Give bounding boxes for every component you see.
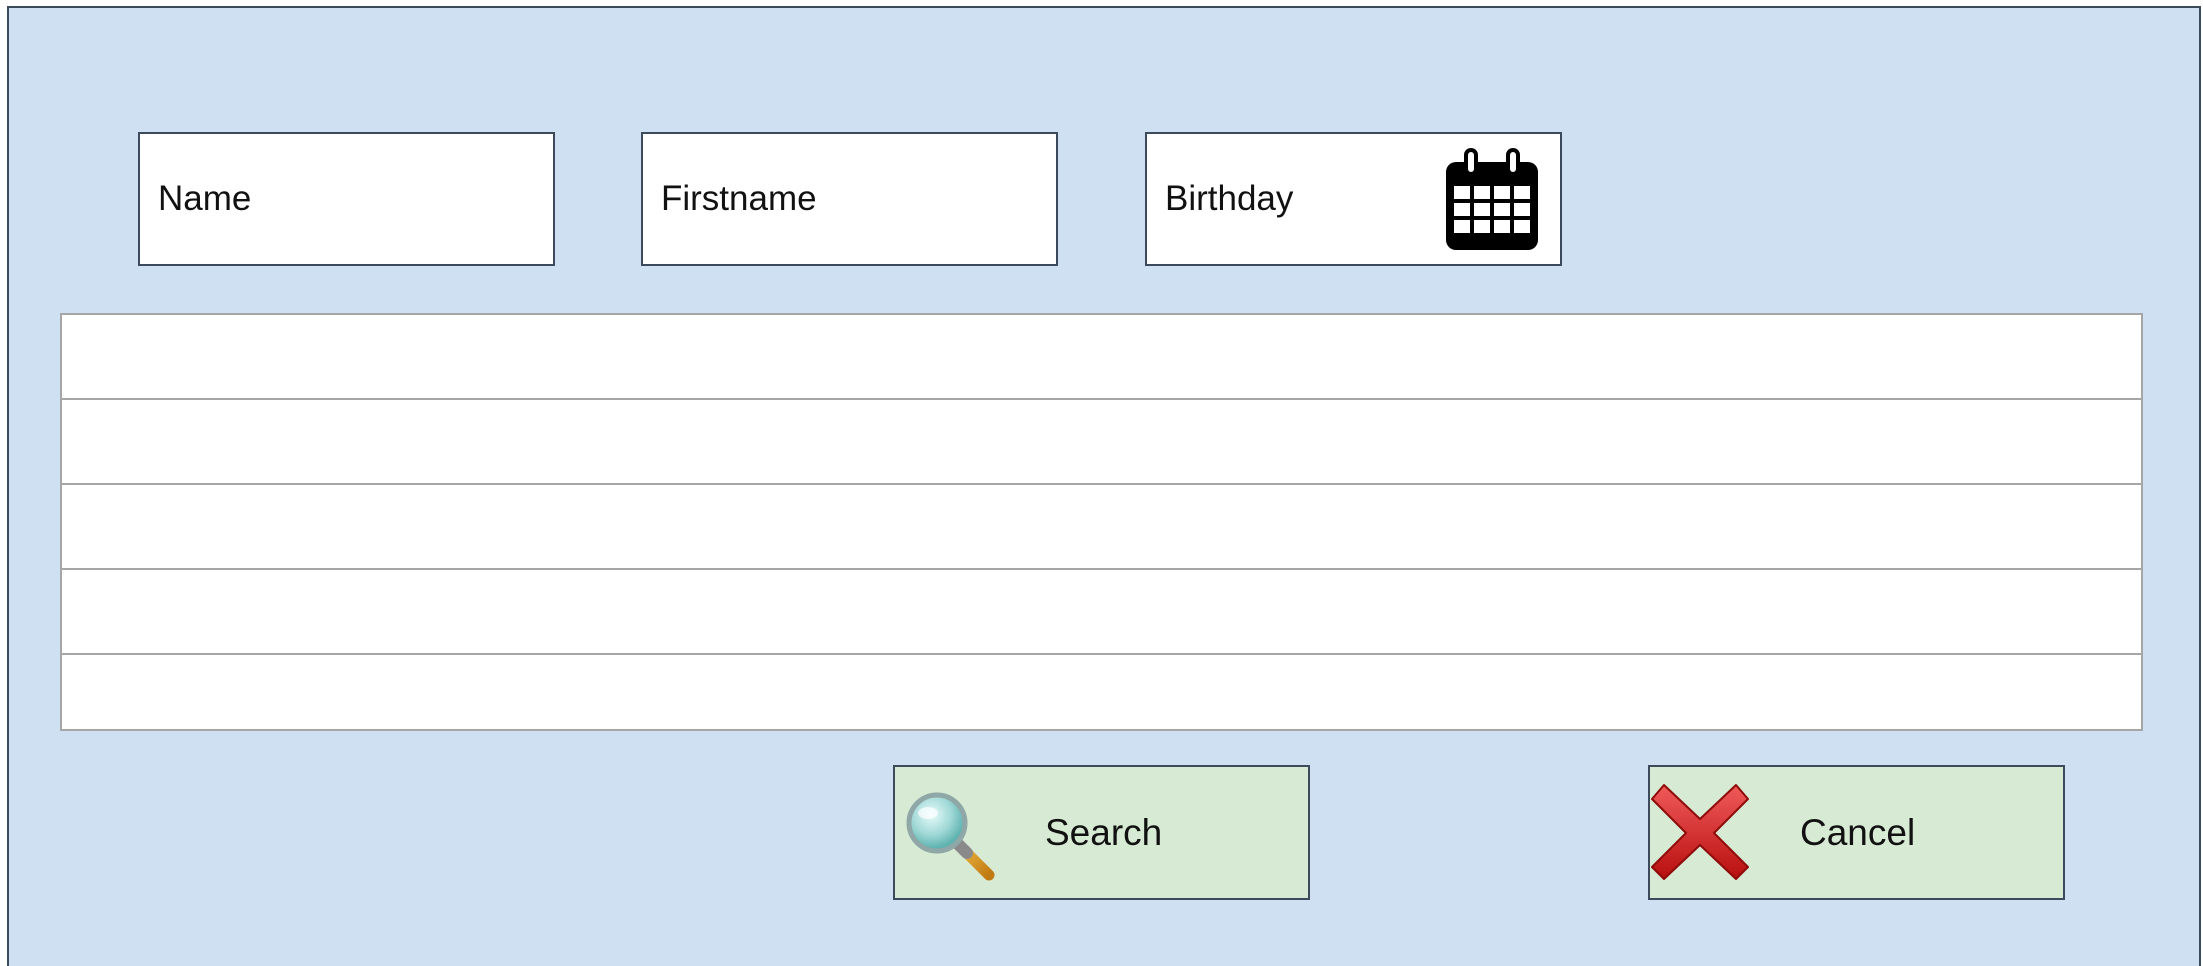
birthday-field[interactable]: Birthday	[1145, 132, 1562, 266]
table-row[interactable]	[62, 400, 2141, 485]
search-button-label: Search	[1045, 812, 1163, 853]
results-table	[60, 313, 2143, 731]
cancel-button[interactable]: Cancel	[1648, 765, 2065, 900]
table-row[interactable]	[62, 655, 2141, 738]
table-row[interactable]	[62, 485, 2141, 570]
firstname-field[interactable]: Firstname	[641, 132, 1058, 266]
birthday-field-placeholder: Birthday	[1165, 179, 1294, 218]
magnifier-icon	[906, 792, 995, 881]
red-x-icon	[1651, 784, 1749, 880]
firstname-field-placeholder: Firstname	[661, 179, 817, 218]
table-row[interactable]	[62, 570, 2141, 655]
name-field[interactable]: Name	[138, 132, 555, 266]
name-field-placeholder: Name	[158, 179, 252, 218]
cancel-button-label: Cancel	[1800, 812, 1916, 853]
calendar-icon[interactable]	[1444, 148, 1540, 252]
table-row[interactable]	[62, 315, 2141, 400]
search-button[interactable]: Search	[893, 765, 1310, 900]
